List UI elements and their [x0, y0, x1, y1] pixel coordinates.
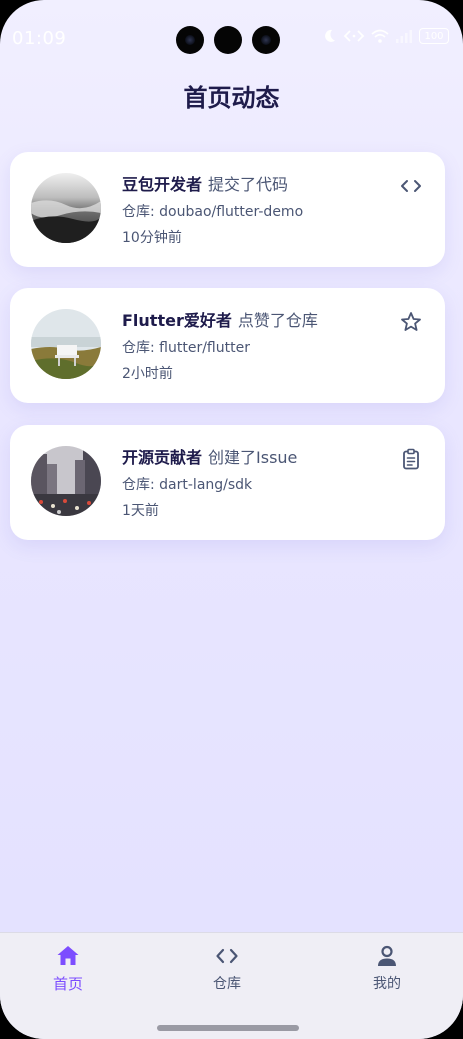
bottom-nav: 首页 仓库 我的: [0, 932, 463, 1039]
camera-icon: [252, 26, 280, 54]
repo-link[interactable]: 仓库: dart-lang/sdk: [122, 474, 252, 494]
code-status-icon: [343, 30, 365, 42]
user-name[interactable]: Flutter爱好者: [122, 311, 232, 330]
person-icon: [378, 945, 396, 966]
nav-label: 仓库: [213, 976, 241, 992]
activity-card[interactable]: Flutter爱好者 点赞了仓库 仓库: flutter/flutter 2小时前: [10, 288, 445, 403]
home-indicator[interactable]: [157, 1025, 299, 1031]
page-title: 首页动态: [183, 84, 280, 112]
battery-icon: 100: [419, 28, 449, 44]
activity-action: 点赞了仓库: [237, 311, 318, 330]
activity-card[interactable]: 开源贡献者 创建了Issue 仓库: dart-lang/sdk 1天前: [10, 425, 445, 540]
nav-item-profile[interactable]: 我的: [337, 943, 437, 993]
nav-item-repo[interactable]: 仓库: [177, 943, 277, 993]
camera-icon: [214, 26, 242, 54]
activity-time: 10分钟前: [122, 230, 182, 246]
avatar: [31, 446, 101, 516]
activity-time: 2小时前: [122, 366, 173, 382]
repo-link[interactable]: 仓库: doubao/flutter-demo: [122, 201, 303, 221]
camera-icon: [176, 26, 204, 54]
avatar: [31, 173, 101, 243]
activity-action: 创建了Issue: [208, 448, 298, 467]
repo-link[interactable]: 仓库: flutter/flutter: [122, 337, 250, 357]
activity-title: Flutter爱好者 点赞了仓库: [122, 307, 318, 331]
clipboard-icon[interactable]: [399, 447, 423, 471]
nav-label: 我的: [373, 976, 401, 992]
code-icon[interactable]: [399, 174, 423, 198]
code-icon: [216, 948, 238, 964]
nav-label: 首页: [52, 975, 83, 993]
star-icon[interactable]: [399, 310, 423, 334]
signal-icon: [396, 30, 412, 43]
activity-title: 豆包开发者 提交了代码: [122, 171, 288, 195]
user-name[interactable]: 豆包开发者: [122, 175, 202, 194]
avatar: [31, 309, 101, 379]
status-icons: 100: [321, 28, 449, 44]
status-time: 01:09: [12, 28, 67, 49]
activity-time: 1天前: [122, 503, 159, 519]
activity-card[interactable]: 豆包开发者 提交了代码 仓库: doubao/flutter-demo 10分钟前: [10, 152, 445, 267]
nav-item-home[interactable]: 首页: [18, 943, 118, 994]
moon-icon: [325, 29, 335, 42]
home-icon: [57, 946, 79, 965]
activity-action: 提交了代码: [208, 175, 289, 194]
user-name[interactable]: 开源贡献者: [122, 448, 202, 467]
app-screen: 01:09 100 首页动态 豆包开发者 提交了代码 仓库: doubao/fl…: [0, 0, 463, 1039]
status-bar: 01:09 100: [0, 0, 463, 80]
wifi-icon: [371, 29, 389, 43]
activity-title: 开源贡献者 创建了Issue: [122, 444, 297, 468]
